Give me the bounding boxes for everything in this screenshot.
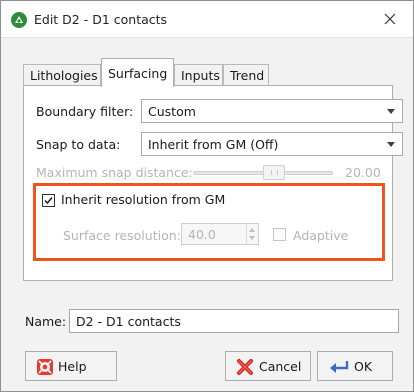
app-icon (11, 12, 27, 28)
max-snap-distance-label: Maximum snap distance: (36, 165, 193, 180)
help-label: Help (58, 359, 87, 374)
surface-resolution-label: Surface resolution: (63, 228, 181, 243)
name-value: D2 - D1 contacts (76, 314, 181, 329)
tab-surfacing[interactable]: Surfacing (101, 58, 174, 87)
spin-down-icon (249, 236, 255, 240)
checkmark-arrow-icon (330, 361, 349, 373)
name-input[interactable]: D2 - D1 contacts (69, 309, 399, 333)
adaptive-label: Adaptive (293, 228, 349, 243)
boundary-filter-select[interactable]: Custom (141, 99, 403, 123)
max-snap-distance-value: 20.00 (345, 165, 381, 180)
snap-to-data-value: Inherit from GM (Off) (148, 137, 279, 152)
adaptive-checkbox[interactable] (273, 228, 286, 241)
stepper-buttons[interactable] (246, 224, 258, 244)
title-bar[interactable]: Edit D2 - D1 contacts (1, 1, 413, 38)
inherit-resolution-label: Inherit resolution from GM (61, 192, 226, 207)
name-label: Name: (25, 314, 67, 329)
lifebuoy-icon (37, 359, 53, 375)
tab-label: Surfacing (108, 66, 168, 81)
slider-handle[interactable] (263, 165, 285, 180)
dialog-window: Edit D2 - D1 contacts Lithologies Surfac… (0, 0, 414, 392)
spin-up-icon (249, 228, 255, 232)
help-button[interactable]: Help (25, 351, 117, 381)
tab-trend[interactable]: Trend (223, 64, 269, 86)
close-button[interactable] (367, 1, 413, 37)
tab-label: Lithologies (30, 68, 98, 83)
close-icon (384, 13, 396, 25)
tab-label: Inputs (181, 68, 220, 83)
checkmark-icon (44, 197, 53, 205)
cancel-button[interactable]: Cancel (225, 351, 311, 381)
chevron-down-icon (387, 109, 395, 114)
tab-inputs[interactable]: Inputs (174, 64, 223, 86)
surface-resolution-stepper[interactable]: 40.0 (181, 223, 259, 245)
snap-to-data-label: Snap to data: (36, 137, 121, 152)
snap-to-data-select[interactable]: Inherit from GM (Off) (141, 132, 403, 156)
red-x-icon (237, 359, 253, 375)
boundary-filter-value: Custom (148, 104, 196, 119)
tab-label: Trend (230, 68, 265, 83)
window-title: Edit D2 - D1 contacts (34, 12, 168, 27)
ok-label: OK (354, 359, 373, 374)
boundary-filter-label: Boundary filter: (36, 104, 134, 119)
tab-lithologies[interactable]: Lithologies (23, 64, 101, 86)
chevron-down-icon (387, 142, 395, 147)
cancel-label: Cancel (259, 359, 302, 374)
ok-button[interactable]: OK (317, 351, 393, 381)
inherit-resolution-checkbox[interactable] (42, 194, 55, 207)
surface-resolution-value: 40.0 (188, 227, 216, 242)
